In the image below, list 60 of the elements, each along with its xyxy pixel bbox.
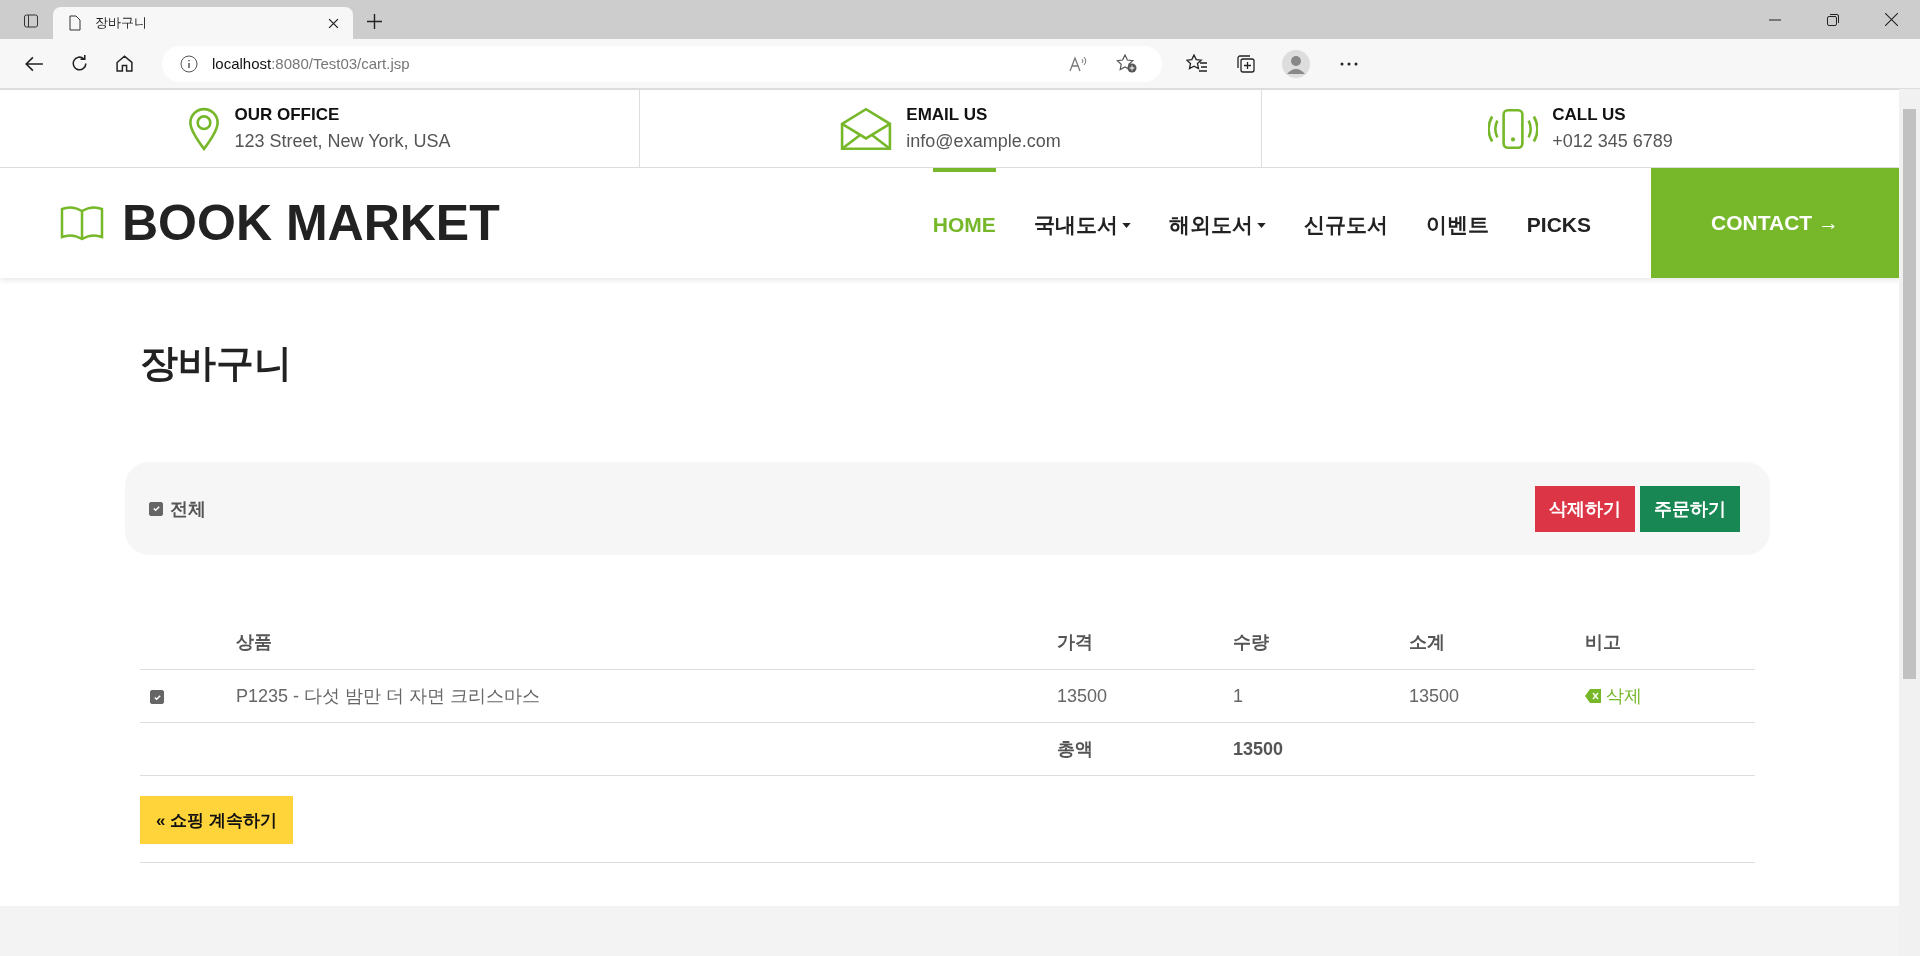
contact-label: EMAIL US xyxy=(906,105,989,125)
back-icon[interactable] xyxy=(24,54,44,73)
order-button[interactable]: 주문하기 xyxy=(1640,485,1740,532)
nav-link[interactable]: 신규도서 xyxy=(1303,168,1388,278)
sidebar-icon[interactable] xyxy=(23,13,39,29)
checkmark-icon xyxy=(152,692,162,702)
location-pin-icon xyxy=(188,106,221,151)
backspace-icon xyxy=(1585,689,1601,703)
collections-icon[interactable] xyxy=(1236,53,1256,74)
profile-avatar-icon[interactable] xyxy=(1282,49,1310,78)
checkmark-icon xyxy=(151,504,161,513)
contact-value: info@example.com xyxy=(906,131,1061,152)
close-icon[interactable] xyxy=(1885,13,1898,26)
scrollbar[interactable] xyxy=(1899,89,1920,956)
envelope-icon xyxy=(840,106,893,151)
address-bar[interactable]: localhost:8080/Test03/cart.jsp xyxy=(162,45,1162,82)
read-aloud-icon[interactable] xyxy=(1068,54,1088,73)
table-cell: 13500 xyxy=(1408,669,1584,723)
column-header: 소계 xyxy=(1408,615,1584,670)
more-icon[interactable] xyxy=(1340,61,1358,66)
caret-icon xyxy=(1121,222,1131,228)
url-text: localhost:8080/Test03/cart.jsp xyxy=(212,55,410,72)
column-header: 수량 xyxy=(1232,615,1408,670)
contact-value: +012 345 6789 xyxy=(1552,131,1673,152)
column-header: 가격 xyxy=(1056,615,1232,670)
refresh-icon[interactable] xyxy=(70,54,89,73)
brand-name[interactable]: BOOK MARKET xyxy=(122,194,500,252)
nav-link[interactable]: 해외도서 xyxy=(1168,168,1266,278)
total-amount: 13500 xyxy=(1232,722,1408,776)
close-icon[interactable] xyxy=(328,17,339,29)
tab-title: 장바구니 xyxy=(95,14,148,32)
table-cell: P1235 - 다섯 밤만 더 자면 크리스마스 xyxy=(235,669,1056,723)
nav-link[interactable]: 이벤트 xyxy=(1425,168,1489,278)
restore-icon[interactable] xyxy=(1827,13,1839,26)
table-cell: 1 xyxy=(1232,669,1408,723)
add-favorite-icon[interactable] xyxy=(1116,53,1138,74)
nav-link[interactable]: PICKS xyxy=(1526,168,1591,278)
contact-label: OUR OFFICE xyxy=(234,105,341,125)
vibrating-phone-icon xyxy=(1488,107,1539,150)
checkbox[interactable] xyxy=(150,690,164,704)
open-book-icon xyxy=(60,205,104,241)
column-header: 상품 xyxy=(235,615,1056,670)
browser-tab[interactable]: 장바구니 xyxy=(53,7,353,39)
column-header: 비고 xyxy=(1584,615,1755,670)
favorites-icon[interactable] xyxy=(1186,53,1208,74)
caret-icon xyxy=(1256,222,1266,228)
delete-button[interactable]: 삭제하기 xyxy=(1535,485,1635,532)
continue-shopping-button[interactable]: « 쇼핑 계속하기 xyxy=(140,796,293,844)
home-icon[interactable] xyxy=(115,54,134,73)
page-title: 장바구니 xyxy=(140,341,293,386)
select-all-label: 전체 xyxy=(170,497,206,521)
contact-value: 123 Street, New York, USA xyxy=(234,131,451,152)
checkbox[interactable] xyxy=(149,501,163,516)
new-tab-icon[interactable] xyxy=(367,14,382,29)
contact-label: CALL US xyxy=(1552,105,1627,125)
page-icon xyxy=(69,15,81,31)
info-icon xyxy=(180,54,198,73)
nav-link[interactable]: 국내도서 xyxy=(1033,168,1131,278)
table-cell: 13500 xyxy=(1056,669,1232,723)
total-label: 총액 xyxy=(1056,722,1232,776)
